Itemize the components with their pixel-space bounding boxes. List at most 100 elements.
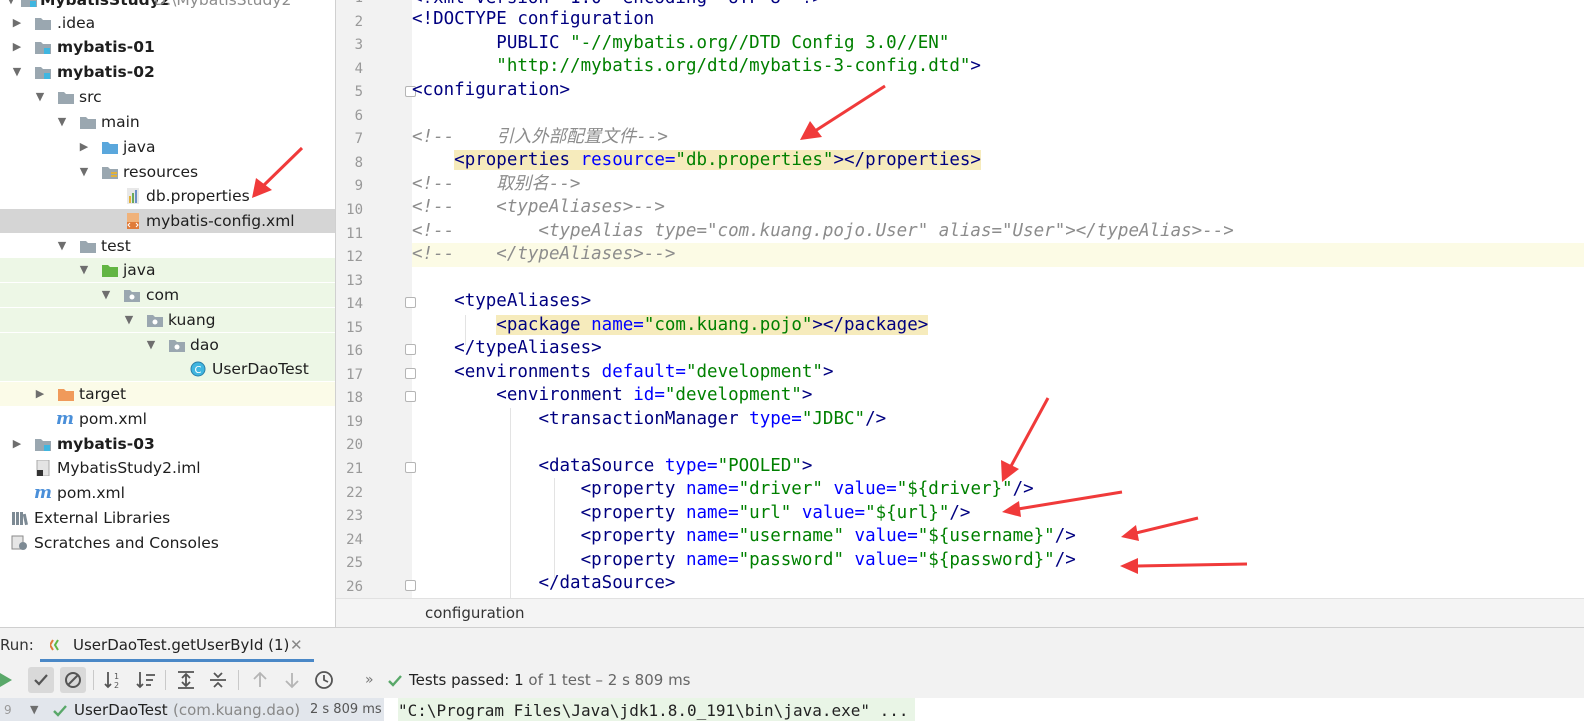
code-line-2[interactable]: <!DOCTYPE configuration	[412, 8, 1584, 32]
code-line-12-current[interactable]: <!-- </typeAliases>-->	[412, 243, 1584, 267]
code-tag: <dataSource	[538, 456, 665, 476]
chevron-right-icon[interactable]: ▶	[10, 11, 24, 35]
tree-item-resources[interactable]: ▼ resources	[0, 160, 335, 184]
code-string: "${password}"	[917, 550, 1055, 570]
step-icon: 9	[4, 703, 12, 717]
tree-item-label: kuang	[168, 311, 216, 329]
tree-item-java-main[interactable]: ▶ java	[0, 135, 335, 159]
chevron-right-icon[interactable]: ▶	[10, 432, 24, 456]
chevron-right-icon[interactable]: ▶	[10, 35, 24, 59]
tree-item-external-libraries[interactable]: External Libraries	[0, 506, 335, 530]
code-attribute: name=	[685, 550, 739, 570]
code-line-9[interactable]: <!-- 取别名-->	[412, 173, 1584, 197]
sort-by-duration-icon[interactable]	[133, 667, 159, 693]
excluded-folder-icon	[58, 389, 74, 401]
code-line-15[interactable]: <package name="com.kuang.pojo"></package…	[412, 314, 1584, 338]
code-line-11[interactable]: <!-- <typeAlias type="com.kuang.pojo.Use…	[412, 220, 1584, 244]
code-line-7[interactable]: <!-- 引入外部配置文件-->	[412, 126, 1584, 150]
tree-item-mybatis-config-xml[interactable]: mybatis-config.xml	[0, 209, 335, 233]
show-ignored-button[interactable]	[60, 667, 86, 693]
next-failed-icon[interactable]	[279, 667, 305, 693]
test-tree-row[interactable]: 9 ▼ UserDaoTest (com.kuang.dao) 2 s 809 …	[0, 698, 384, 721]
test-history-icon[interactable]	[311, 667, 337, 693]
code-line-17[interactable]: <environments default="development">	[412, 361, 1584, 385]
tree-item-java-test[interactable]: ▼ java	[0, 258, 335, 282]
tree-item-label: mybatis-03	[57, 435, 155, 453]
code-line-19[interactable]: <transactionManager type="JDBC"/>	[412, 408, 1584, 432]
chevron-right-icon[interactable]: ▶	[33, 382, 47, 406]
code-editor[interactable]: 1234567891011121314151617181920212223242…	[336, 0, 1584, 598]
tree-item-idea[interactable]: ▶ .idea	[0, 11, 335, 35]
chevron-down-icon[interactable]: ▼	[144, 333, 158, 357]
tree-item-scratches[interactable]: Scratches and Consoles	[0, 531, 335, 555]
code-line-10[interactable]: <!-- <typeAliases>-->	[412, 196, 1584, 220]
tree-item-iml[interactable]: MybatisStudy2.iml	[0, 456, 335, 480]
rerun-icon[interactable]	[0, 667, 20, 693]
code-string: "com.kuang.pojo"	[643, 315, 813, 335]
code-line-21[interactable]: <dataSource type="POOLED">	[412, 455, 1584, 479]
svg-text:1: 1	[114, 672, 119, 681]
sort-alphabetically-icon[interactable]: 12	[101, 667, 127, 693]
tree-item-main[interactable]: ▼ main	[0, 110, 335, 134]
code-tag: <environment	[496, 385, 634, 405]
tree-item-pom-xml[interactable]: m pom.xml	[0, 407, 335, 431]
close-icon[interactable]: ✕	[290, 628, 303, 662]
chevron-down-icon[interactable]: ▼	[77, 160, 91, 184]
iml-file-icon	[36, 460, 50, 476]
code-attribute: name=	[591, 315, 644, 335]
tree-item-dao[interactable]: ▼ dao	[0, 333, 335, 357]
expand-all-icon[interactable]	[173, 667, 199, 693]
check-icon	[34, 674, 48, 686]
chevron-down-icon[interactable]: ▼	[10, 60, 24, 84]
tree-item-mybatis-03[interactable]: ▶ mybatis-03	[0, 432, 335, 456]
tree-item-pom-xml-root[interactable]: m pom.xml	[0, 481, 335, 505]
tree-item-target[interactable]: ▶ target	[0, 382, 335, 406]
tree-item-db-properties[interactable]: db.properties	[0, 184, 335, 208]
tree-item-label: test	[101, 237, 131, 255]
chevron-down-icon[interactable]: ▼	[77, 258, 91, 282]
show-passed-button[interactable]	[28, 667, 54, 693]
code-line-24[interactable]: <property name="username" value="${usern…	[412, 525, 1584, 549]
tree-item-userdaotest[interactable]: C UserDaoTest	[0, 357, 335, 381]
tree-item-kuang[interactable]: ▼ kuang	[0, 308, 335, 332]
code-line-3[interactable]: PUBLIC "-//mybatis.org//DTD Config 3.0//…	[412, 32, 1584, 56]
tree-item-com[interactable]: ▼ com	[0, 283, 335, 307]
tree-item-label: dao	[190, 336, 219, 354]
code-line-22[interactable]: <property name="driver" value="${driver}…	[412, 478, 1584, 502]
code-line-25[interactable]: <property name="password" value="${passw…	[412, 549, 1584, 573]
tree-item-src[interactable]: ▼ src	[0, 85, 335, 109]
status-prefix: Tests passed:	[409, 671, 510, 689]
chevron-down-icon[interactable]: ▼	[30, 698, 38, 721]
previous-failed-icon[interactable]	[247, 667, 273, 693]
tree-item-mybatis-01[interactable]: ▶ mybatis-01	[0, 35, 335, 59]
more-chevron-icon[interactable]: »	[365, 662, 374, 698]
console-output[interactable]: "C:\Program Files\Java\jdk1.8.0_191\bin\…	[398, 698, 915, 721]
code-line-26[interactable]: </dataSource>	[412, 572, 1584, 596]
code-line-23[interactable]: <property name="url" value="${url}"/>	[412, 502, 1584, 526]
code-string: "JDBC"	[801, 409, 866, 429]
code-attribute: type=	[664, 456, 718, 476]
chevron-down-icon[interactable]: ▼	[55, 234, 69, 258]
breadcrumb-item[interactable]: configuration	[425, 599, 525, 628]
chevron-down-icon[interactable]: ▼	[55, 110, 69, 134]
code-attribute: value=	[854, 550, 918, 570]
chevron-down-icon[interactable]: ▼	[99, 283, 113, 307]
collapse-all-icon[interactable]	[205, 667, 231, 693]
tree-item-test[interactable]: ▼ test	[0, 234, 335, 258]
code-line-16[interactable]: </typeAliases>	[412, 337, 1584, 361]
code-line-14[interactable]: <typeAliases>	[412, 290, 1584, 314]
chevron-down-icon[interactable]: ▼	[122, 308, 136, 332]
code-line-5[interactable]: <configuration>	[412, 79, 1584, 103]
code-line-8[interactable]: <properties resource="db.properties"></p…	[412, 149, 1584, 173]
tree-item-mybatis-02[interactable]: ▼ mybatis-02	[0, 60, 335, 84]
tree-item-label: src	[79, 88, 102, 106]
code-string: "POOLED"	[717, 456, 802, 476]
tree-item-label: db.properties	[146, 187, 250, 205]
folder-icon	[80, 241, 96, 253]
chevron-right-icon[interactable]: ▶	[77, 135, 91, 159]
code-line-4[interactable]: "http://mybatis.org/dtd/mybatis-3-config…	[412, 55, 1584, 79]
tree-item-label: mybatis-02	[57, 63, 155, 81]
chevron-down-icon[interactable]: ▼	[33, 85, 47, 109]
run-tab[interactable]: UserDaoTest.getUserById (1) ✕	[40, 628, 314, 662]
code-line-18[interactable]: <environment id="development">	[412, 384, 1584, 408]
